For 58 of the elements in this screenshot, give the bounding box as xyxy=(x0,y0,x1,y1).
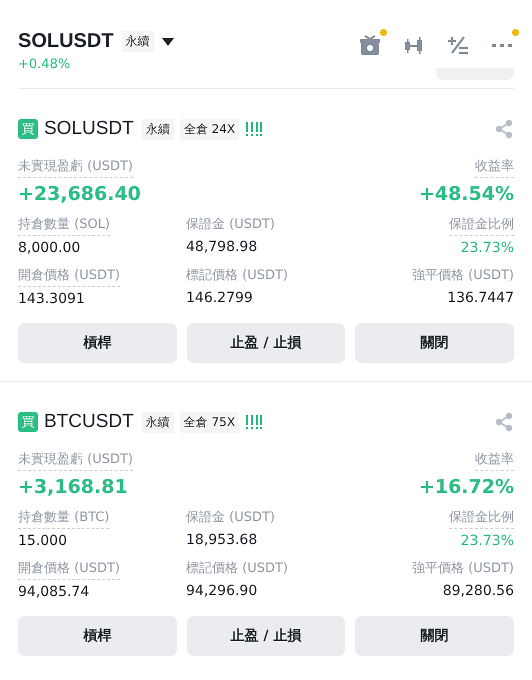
roe-value: +16.72% xyxy=(418,476,514,498)
side-badge: 買 xyxy=(18,412,38,432)
action-button[interactable]: 關閉 xyxy=(355,616,514,656)
field-value: 146.2799 xyxy=(186,290,253,306)
pnl-value: +23,686.40 xyxy=(18,183,141,205)
share-icon[interactable] xyxy=(494,119,514,139)
field-label: 標記價格 (USDT) xyxy=(186,560,288,578)
pnl-value: +3,168.81 xyxy=(18,476,128,498)
field-label: 未實現盈虧 (USDT) xyxy=(18,450,133,471)
field-label: 開倉價格 (USDT) xyxy=(18,266,120,287)
field-label: 標記價格 (USDT) xyxy=(186,267,288,285)
field-value: 136.7447 xyxy=(447,290,514,306)
field-label: 強平價格 (USDT) xyxy=(412,560,514,578)
field-label: 保證金比例 xyxy=(449,508,514,529)
field-label: 強平價格 (USDT) xyxy=(412,267,514,285)
field-value: 94,085.74 xyxy=(18,584,90,600)
field-value: 143.3091 xyxy=(18,291,85,307)
field-value: 18,953.68 xyxy=(186,532,258,548)
position-tag: 永續 xyxy=(142,412,174,432)
side-badge: 買 xyxy=(18,119,38,139)
action-button[interactable]: 槓桿 xyxy=(18,323,177,363)
position-symbol: BTCUSDT xyxy=(44,411,134,433)
field-label: 保證金 (USDT) xyxy=(186,509,275,527)
position-symbol: SOLUSDT xyxy=(44,118,134,140)
field-label: 保證金比例 xyxy=(449,215,514,236)
field-label: 保證金 (USDT) xyxy=(186,216,275,234)
action-button[interactable]: 槓桿 xyxy=(18,616,177,656)
share-icon[interactable] xyxy=(494,412,514,432)
field-value: 48,798.98 xyxy=(186,239,258,255)
action-button[interactable]: 關閉 xyxy=(355,323,514,363)
field-value: 8,000.00 xyxy=(18,240,80,256)
position-tag: 全倉 75X xyxy=(180,412,240,432)
field-label: 收益率 xyxy=(475,157,514,178)
gift-icon[interactable] xyxy=(358,34,382,56)
position-tag: 全倉 24X xyxy=(180,118,240,140)
notification-dot xyxy=(380,29,387,36)
field-value: 15.000 xyxy=(18,533,67,549)
notification-dot xyxy=(512,29,519,36)
roe-value: +48.54% xyxy=(418,183,514,205)
field-value: 89,280.56 xyxy=(442,583,514,599)
field-label: 收益率 xyxy=(475,450,514,471)
position-tag: 永續 xyxy=(142,118,174,140)
action-button[interactable]: 止盈 / 止損 xyxy=(186,616,346,656)
symbol-title[interactable]: SOLUSDT xyxy=(18,30,114,53)
field-label: 持倉數量 (BTC) xyxy=(18,508,110,529)
contract-tag: 永續 xyxy=(122,31,154,52)
action-button[interactable]: 止盈 / 止損 xyxy=(186,323,346,363)
caret-icon[interactable] xyxy=(162,38,174,46)
risk-meter-icon xyxy=(245,121,264,137)
field-label: 持倉數量 (SOL) xyxy=(18,215,110,236)
risk-meter-icon xyxy=(245,414,264,430)
plus-minus-icon[interactable] xyxy=(446,34,470,56)
field-value: 23.73% xyxy=(460,533,514,549)
field-label: 開倉價格 (USDT) xyxy=(18,559,120,580)
price-change: +0.48% xyxy=(18,57,70,72)
field-value: 23.73% xyxy=(460,240,514,256)
field-label: 未實現盈虧 (USDT) xyxy=(18,157,133,178)
field-value: 94,296.90 xyxy=(186,583,258,599)
